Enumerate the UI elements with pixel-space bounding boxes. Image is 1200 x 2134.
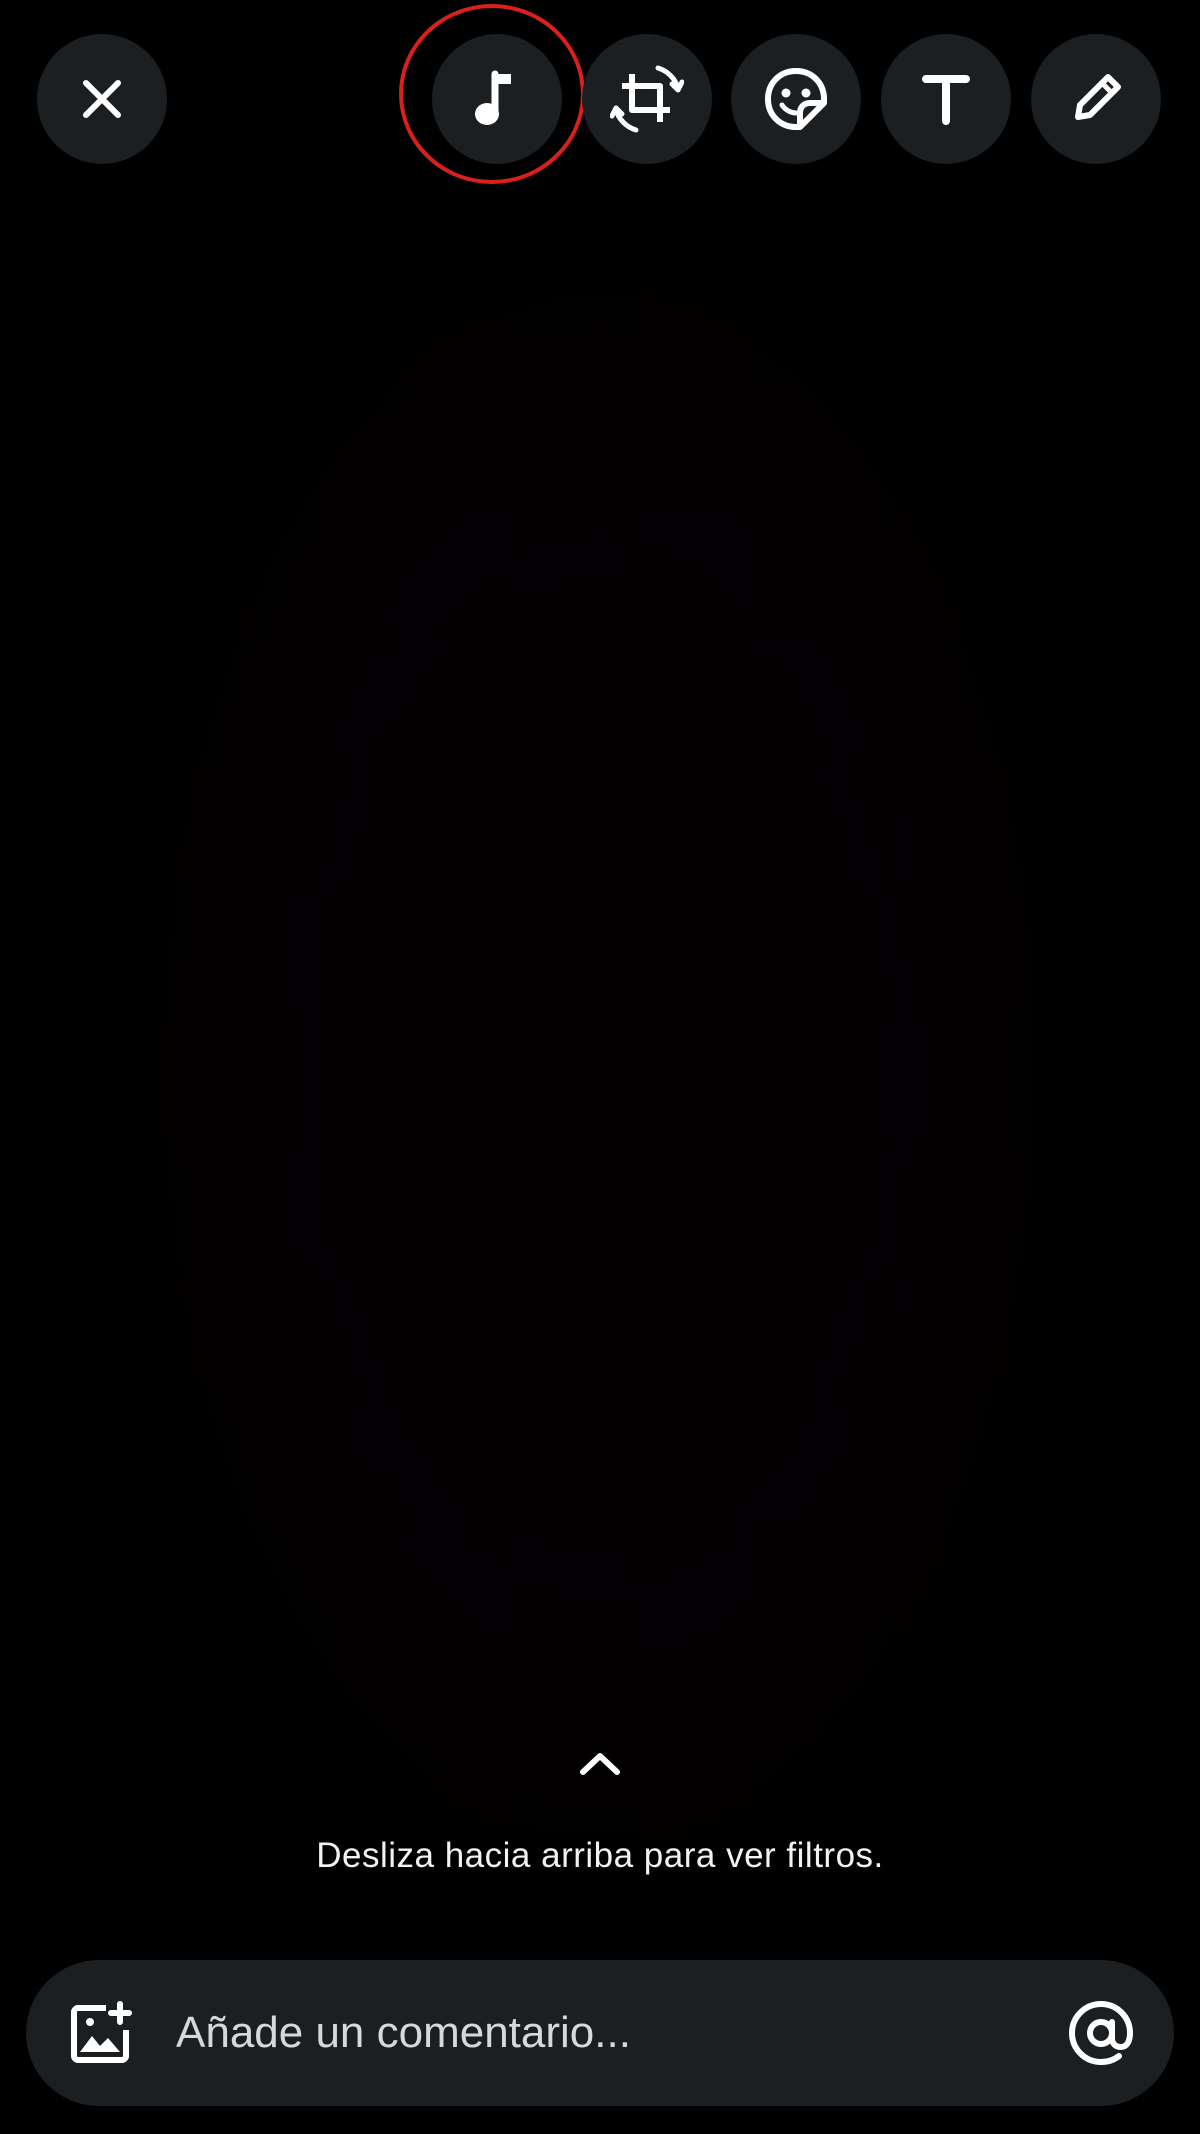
add-image-icon[interactable] xyxy=(68,2000,134,2066)
crop-rotate-icon xyxy=(610,65,684,133)
music-button[interactable] xyxy=(432,34,562,164)
at-sign-icon[interactable] xyxy=(1066,1998,1136,2068)
swipe-filters-hint: Desliza hacia arriba para ver filtros. xyxy=(316,1836,884,1875)
close-button[interactable] xyxy=(37,34,167,164)
text-icon xyxy=(922,75,970,125)
chevron-up-icon xyxy=(580,1753,620,1775)
media-preview-canvas[interactable] xyxy=(0,0,1200,2134)
comment-bar xyxy=(26,1960,1174,2106)
draw-button[interactable] xyxy=(1031,34,1161,164)
comment-input[interactable] xyxy=(176,1996,1056,2070)
crop-rotate-button[interactable] xyxy=(582,34,712,164)
text-button[interactable] xyxy=(881,34,1011,164)
sticker-icon xyxy=(765,68,827,130)
pencil-icon xyxy=(1075,74,1121,120)
close-icon xyxy=(83,80,121,118)
music-note-icon xyxy=(475,70,511,125)
sticker-button[interactable] xyxy=(731,34,861,164)
